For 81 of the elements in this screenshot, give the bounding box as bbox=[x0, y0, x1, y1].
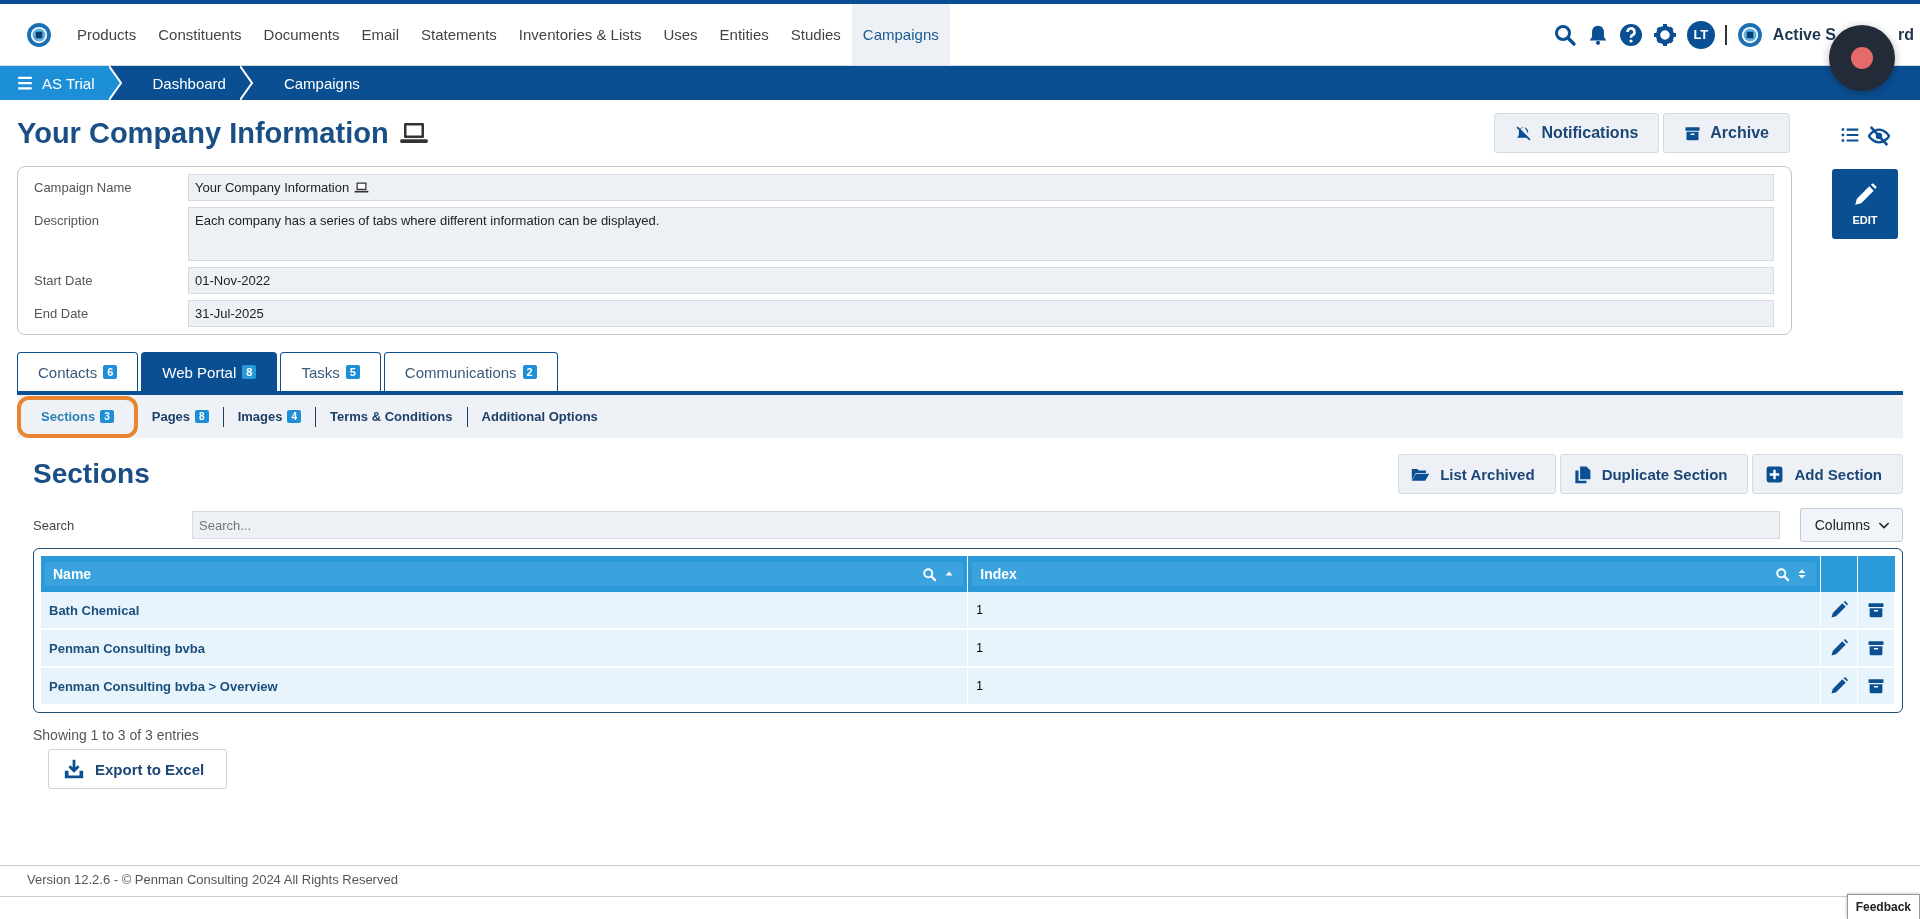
nav-link[interactable]: Entities bbox=[708, 4, 780, 65]
list-icon[interactable] bbox=[1840, 125, 1860, 145]
field-label: Description bbox=[34, 212, 101, 228]
nav-link[interactable]: Studies bbox=[779, 4, 852, 65]
pencil-icon[interactable] bbox=[1829, 638, 1849, 658]
sub-tab[interactable]: Additional Options bbox=[466, 406, 612, 427]
table-cell: 1 bbox=[967, 667, 1821, 705]
entries-info: Showing 1 to 3 of 3 entries bbox=[33, 727, 200, 743]
plus-square-icon bbox=[1765, 464, 1785, 484]
account-name[interactable]: Active S bbox=[1772, 25, 1836, 44]
settings-icon[interactable] bbox=[1652, 22, 1677, 47]
breadcrumb-item[interactable]: Campaigns bbox=[253, 66, 374, 100]
nav-link[interactable]: Uses bbox=[652, 4, 709, 65]
count-badge: 8 bbox=[242, 365, 257, 379]
user-avatar[interactable]: LT bbox=[1686, 20, 1715, 49]
archive-box-icon bbox=[1684, 124, 1702, 142]
breadcrumb-item[interactable]: Dashboard bbox=[122, 66, 240, 100]
search-label: Search bbox=[33, 517, 76, 533]
archive-box-icon[interactable] bbox=[1867, 601, 1885, 619]
section-heading: Sections bbox=[33, 458, 151, 490]
count-badge: 6 bbox=[103, 365, 118, 379]
archive-button[interactable]: Archive bbox=[1663, 113, 1790, 153]
pencil-icon[interactable] bbox=[1829, 676, 1849, 696]
table-cell: 1 bbox=[967, 629, 1821, 667]
laptop-icon bbox=[354, 180, 370, 195]
count-badge: 8 bbox=[195, 410, 209, 423]
field-label: Start Date bbox=[34, 272, 94, 288]
nav-link[interactable]: Email bbox=[350, 4, 410, 65]
search-field[interactable]: Search... bbox=[192, 511, 1780, 539]
logo-icon[interactable] bbox=[26, 21, 52, 48]
search-icon[interactable] bbox=[1552, 22, 1577, 47]
pencil-icon[interactable] bbox=[1829, 600, 1849, 620]
sub-tab[interactable]: Terms & Conditions bbox=[315, 406, 467, 427]
field-label: Campaign Name bbox=[34, 179, 133, 195]
input-field[interactable]: 01-Nov-2022 bbox=[188, 267, 1774, 294]
table-cell: 1 bbox=[967, 592, 1821, 629]
nav-link[interactable]: Campaigns bbox=[851, 4, 950, 65]
nav-link[interactable]: Inventories & Lists bbox=[507, 4, 653, 65]
footer-text: Version 12.2.6 - © Penman Consulting 2024 All Rights Reserved bbox=[26, 871, 399, 889]
count-badge: 2 bbox=[522, 365, 537, 379]
input-field[interactable]: Your Company Information bbox=[188, 174, 1774, 201]
count-badge: 4 bbox=[287, 410, 301, 423]
sub-tab[interactable]: Images 4 bbox=[222, 406, 315, 427]
edit-button[interactable]: EDIT bbox=[1832, 169, 1898, 239]
account-name-tail: rd bbox=[1898, 25, 1914, 44]
pencil-icon bbox=[1852, 182, 1878, 208]
feedback-button[interactable]: Feedback bbox=[1846, 894, 1920, 919]
field-label: End Date bbox=[34, 305, 90, 321]
download-icon bbox=[63, 758, 85, 780]
duplicate-button[interactable]: Duplicate Section bbox=[1559, 454, 1749, 494]
nav-link[interactable]: Documents bbox=[252, 4, 351, 65]
export-button[interactable]: Export to Excel bbox=[48, 749, 228, 789]
menu-icon bbox=[16, 74, 34, 92]
input-field[interactable]: 31-Jul-2025 bbox=[188, 300, 1774, 327]
archive-box-icon[interactable] bbox=[1867, 677, 1885, 695]
nav-link[interactable]: Constituents bbox=[147, 4, 253, 65]
tab[interactable]: Web Portal 8 bbox=[141, 352, 278, 391]
count-badge: 3 bbox=[100, 410, 114, 423]
nav-link[interactable]: Products bbox=[66, 4, 148, 65]
sub-tab[interactable]: Pages 8 bbox=[137, 406, 223, 427]
table-cell[interactable]: Penman Consulting bvba > Overview bbox=[41, 667, 968, 705]
columns-button[interactable]: Columns bbox=[1799, 508, 1903, 542]
list-archived-button[interactable]: List Archived bbox=[1398, 454, 1556, 494]
eye-slash-icon[interactable] bbox=[1868, 125, 1890, 147]
page-title: Your Company Information bbox=[17, 116, 389, 150]
help-icon[interactable] bbox=[1618, 22, 1643, 47]
table-cell[interactable]: Bath Chemical bbox=[41, 592, 968, 629]
tab[interactable]: Communications 2 bbox=[383, 352, 558, 391]
archive-box-icon[interactable] bbox=[1867, 639, 1885, 657]
logo-icon[interactable] bbox=[1736, 21, 1763, 48]
nav-link[interactable]: Statements bbox=[410, 4, 508, 65]
add-button[interactable]: Add Section bbox=[1752, 454, 1903, 494]
tab[interactable]: Contacts 6 bbox=[17, 352, 139, 391]
notifications-button[interactable]: Notifications bbox=[1494, 113, 1660, 153]
text-area[interactable]: Each company has a series of tabs where different information can be displayed. bbox=[188, 207, 1774, 261]
sort-icon[interactable] bbox=[1796, 568, 1808, 580]
bell-slash-icon bbox=[1515, 124, 1533, 142]
copy-icon bbox=[1572, 464, 1592, 484]
count-badge: 5 bbox=[345, 365, 360, 379]
table-cell[interactable]: Penman Consulting bvba bbox=[41, 629, 968, 667]
tab[interactable]: Tasks 5 bbox=[280, 352, 381, 391]
